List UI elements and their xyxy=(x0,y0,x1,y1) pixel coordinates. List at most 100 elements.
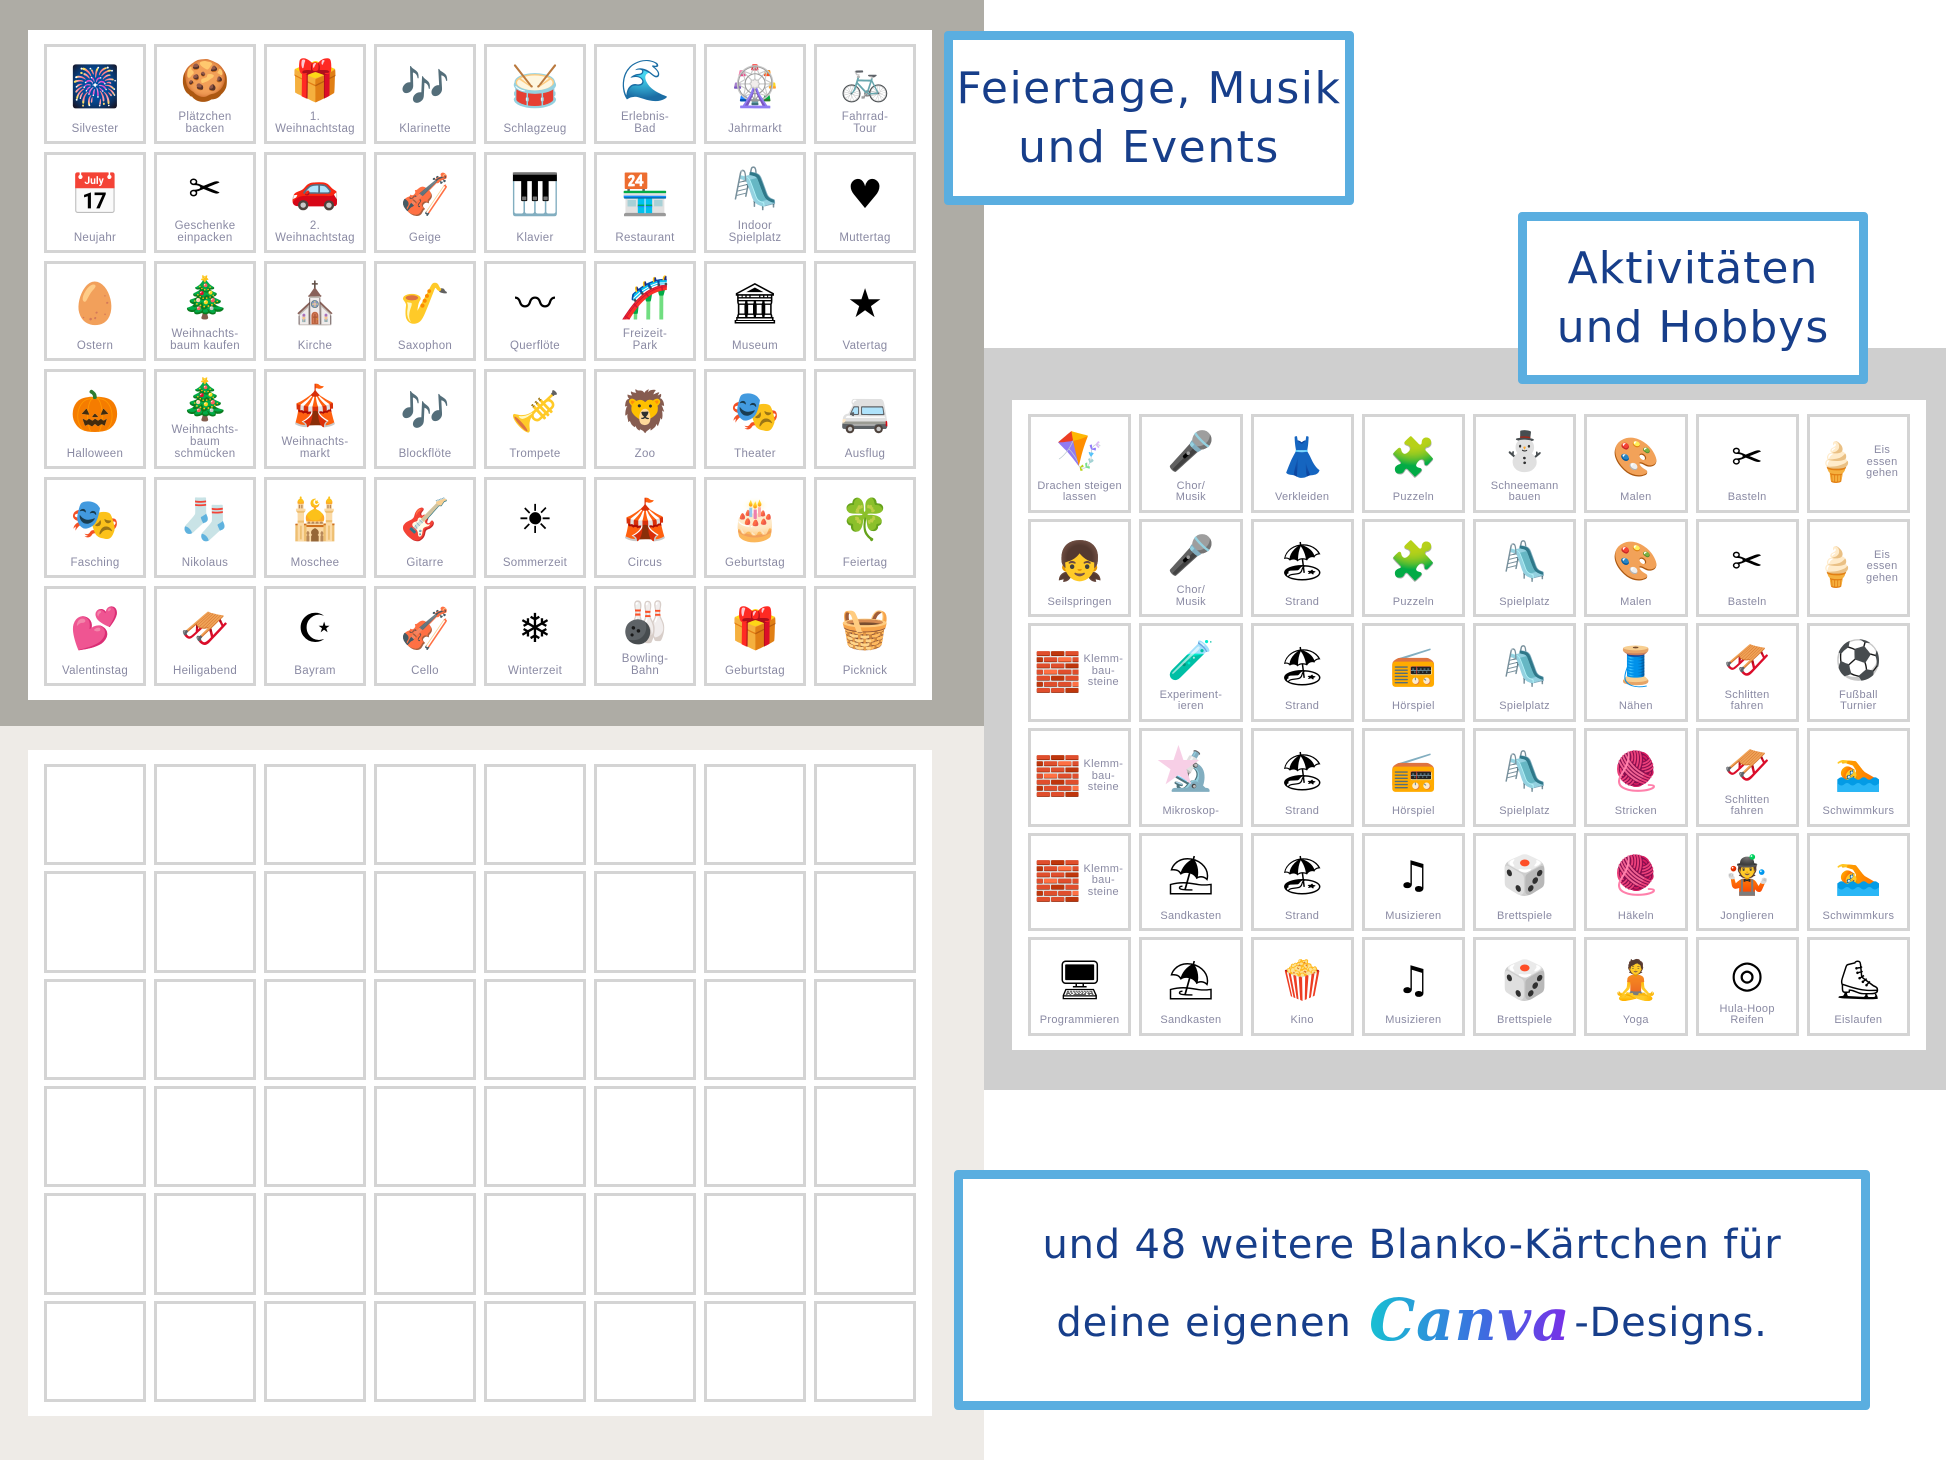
scissors-glue-icon: ✂ xyxy=(1731,539,1764,584)
card-label: Klavier xyxy=(516,231,554,244)
card-stage-curtain: 🎭 Theater xyxy=(704,369,806,470)
card-label: Strand xyxy=(1285,700,1320,713)
building-blocks-icon: 🧱 xyxy=(1034,649,1082,694)
blank-card xyxy=(594,764,696,866)
card-bowling-pins: 🎳 Bowling- Bahn xyxy=(594,585,696,686)
sled-kid-icon: 🛷 xyxy=(1723,638,1771,683)
card-fireworks: 🎆 Silvester xyxy=(44,44,146,145)
blank-card xyxy=(484,764,586,866)
card-yoga: 🧘 Yoga xyxy=(1584,937,1688,1036)
card-swimming-pool: 🏊 Schwimmkurs xyxy=(1806,832,1910,932)
trumpet-icon: 🎺 xyxy=(510,389,560,436)
radio-icon: 📻 xyxy=(1389,748,1438,793)
blank-card xyxy=(44,1086,146,1188)
card-music-notes: ♫ Musizieren xyxy=(1361,937,1465,1036)
scissors-ribbon-icon: ✂ xyxy=(188,166,222,213)
card-microphone: 🎤 Chor/ Musik xyxy=(1139,414,1243,513)
card-playground-slide: 🛝 Indoor Spielplatz xyxy=(704,152,806,253)
beach-icon: 🏖 xyxy=(1278,853,1327,898)
ferris-wheel-icon: 🎡 xyxy=(730,64,780,111)
microphone-icon: 🎤 xyxy=(1167,533,1215,578)
card-label: Spielplatz xyxy=(1499,595,1550,608)
playground-slide-icon: 🛝 xyxy=(730,166,780,213)
card-swimming-pool: 🏊 Schwimmkurs xyxy=(1806,727,1910,827)
card-label: Heiligabend xyxy=(172,664,238,677)
drum-kit-icon: 🥁 xyxy=(510,64,560,111)
blank-card xyxy=(374,764,476,866)
card-label: Bayram xyxy=(294,664,336,677)
card-snowflake-clock: ❄ Winterzeit xyxy=(484,585,586,686)
card-label: 1. Weihnachtstag xyxy=(275,111,355,136)
card-church: ⛪ Kirche xyxy=(264,260,366,361)
card-label: Picknick xyxy=(842,664,888,677)
card-hula-hoops: ◎ Hula-Hoop Reifen xyxy=(1695,937,1799,1036)
blank-card xyxy=(814,1193,916,1295)
blank-card xyxy=(264,764,366,866)
card-radio: 📻 Hörspiel xyxy=(1361,727,1465,827)
card-label: Nikolaus xyxy=(181,556,229,569)
blank-card xyxy=(264,871,366,973)
card-label: Fahrrad- Tour xyxy=(841,111,889,136)
water-slide-icon: 🌊 xyxy=(620,58,670,105)
card-computer: 🖥 Programmieren xyxy=(1028,937,1132,1036)
playhouse-icon: 🛝 xyxy=(1500,643,1549,688)
card-label: Museum xyxy=(732,339,778,352)
blank-card xyxy=(484,1300,586,1402)
music-notes-icon: ♫ xyxy=(1396,957,1431,1002)
cello-icon: 🎻 xyxy=(400,605,450,652)
blank-card xyxy=(264,978,366,1080)
card-label: Muttertag xyxy=(839,231,891,244)
card-kite: 🪁 Drachen steigen lassen xyxy=(1028,414,1132,513)
card-board-game: 🎲 Brettspiele xyxy=(1473,832,1577,932)
blank-cards-line-2-post: -Designs. xyxy=(1574,1300,1768,1347)
card-label: Schwimmkurs xyxy=(1822,805,1895,818)
card-pumpkin: 🎃 Halloween xyxy=(44,369,146,470)
blank-card xyxy=(594,1086,696,1188)
card-museum: 🏛 Museum xyxy=(704,260,806,361)
blank-card xyxy=(484,1193,586,1295)
ice-cream-icon: 🍦 xyxy=(1812,544,1861,589)
scissors-glue-icon: ✂ xyxy=(1731,434,1764,479)
card-label: Freizeit- Park xyxy=(622,327,668,352)
card-sandbox: ⛱ Sandkasten xyxy=(1139,937,1243,1036)
card-knitting: 🧶 Stricken xyxy=(1584,727,1688,827)
card-roller-coaster: 🎢 Freizeit- Park xyxy=(594,260,696,361)
card-popcorn: 🍿 Kino xyxy=(1250,937,1354,1036)
card-label: Cello xyxy=(411,664,439,677)
card-label: Basteln xyxy=(1727,491,1767,504)
card-clarinet: 🎶 Klarinette xyxy=(374,44,476,145)
card-juggling-clubs: 🤹 Jonglieren xyxy=(1695,832,1799,932)
blank-card xyxy=(374,1193,476,1295)
card-microphone: 🎤 Chor/ Musik xyxy=(1139,518,1243,618)
card-lab-kids: 🧪 Experiment- ieren xyxy=(1139,623,1243,722)
card-label: Seilspringen xyxy=(1047,595,1112,608)
card-tandem-bike: 🚲 Fahrrad- Tour xyxy=(814,44,916,145)
building-blocks-icon: 🧱 xyxy=(1034,858,1082,903)
blank-card xyxy=(704,1086,806,1188)
guitar-icon: 🎸 xyxy=(400,497,450,544)
card-label: Klemm- bau- steine xyxy=(1083,653,1124,689)
blank-card xyxy=(704,871,806,973)
card-label: Circus xyxy=(627,556,663,569)
picnic-basket-icon: 🧺 xyxy=(840,605,890,652)
card-label: Yoga xyxy=(1622,1014,1649,1027)
card-label: Malen xyxy=(1620,491,1652,504)
card-label: Ausflug xyxy=(844,448,886,461)
card-label: Theater xyxy=(734,448,776,461)
card-label: Schneemann bauen xyxy=(1490,479,1559,504)
card-puzzle: 🧩 Puzzeln xyxy=(1361,414,1465,513)
card-label: Sandkasten xyxy=(1160,909,1222,922)
card-label: Erlebnis- Bad xyxy=(620,111,670,136)
card-label: Geburtstag xyxy=(725,556,785,569)
card-playhouse: 🛝 Spielplatz xyxy=(1473,727,1577,827)
yarn-hook-icon: 🧶 xyxy=(1612,853,1660,898)
blank-card xyxy=(484,978,586,1080)
card-label: Strand xyxy=(1285,595,1320,608)
card-label: Feiertag xyxy=(842,556,888,569)
card-label: Programmieren xyxy=(1039,1014,1120,1027)
card-label: Hörspiel xyxy=(1392,700,1435,713)
best-mom-icon: ♥ xyxy=(847,172,883,219)
mosque-icon: 🕌 xyxy=(290,497,340,544)
blank-card xyxy=(374,1086,476,1188)
card-christmas-market: 🎪 Weihnachts- markt xyxy=(264,369,366,470)
